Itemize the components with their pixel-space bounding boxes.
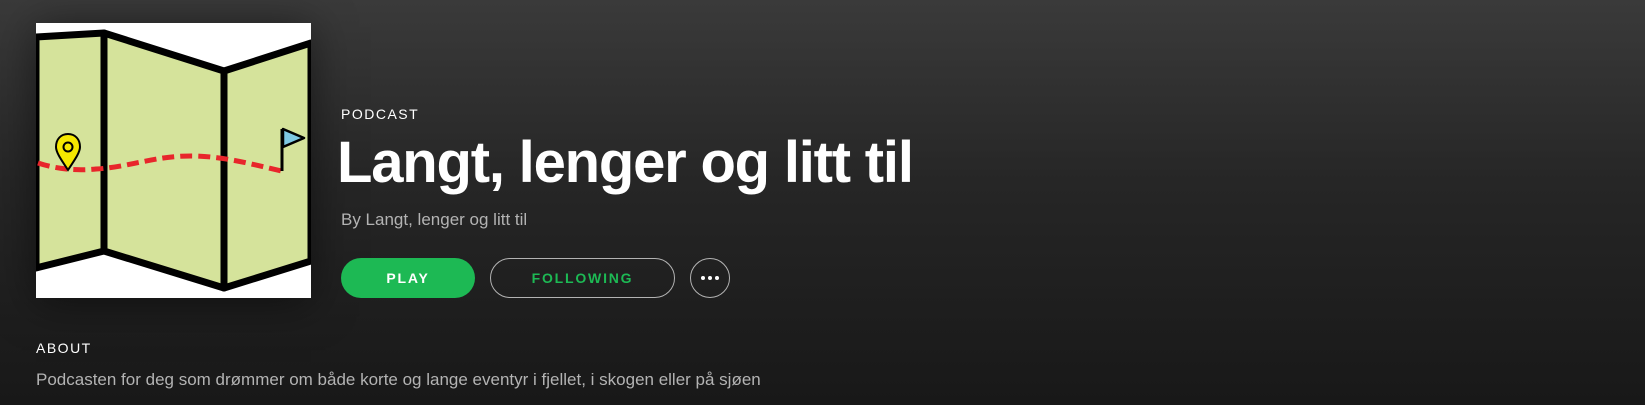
ellipsis-icon xyxy=(701,276,705,280)
publisher-byline[interactable]: By Langt, lenger og litt til xyxy=(341,210,527,230)
following-button[interactable]: FOLLOWING xyxy=(490,258,675,298)
more-options-button[interactable] xyxy=(690,258,730,298)
play-button[interactable]: PLAY xyxy=(341,258,475,298)
page-title: Langt, lenger og litt til xyxy=(337,130,914,195)
ellipsis-icon-dot xyxy=(708,276,712,280)
ellipsis-icon-dot xyxy=(715,276,719,280)
podcast-cover-image xyxy=(36,23,311,298)
content-type-label: PODCAST xyxy=(341,106,420,122)
folded-map-icon xyxy=(36,23,311,298)
about-heading: ABOUT xyxy=(36,340,92,356)
about-description: Podcasten for deg som drømmer om både ko… xyxy=(36,370,761,389)
